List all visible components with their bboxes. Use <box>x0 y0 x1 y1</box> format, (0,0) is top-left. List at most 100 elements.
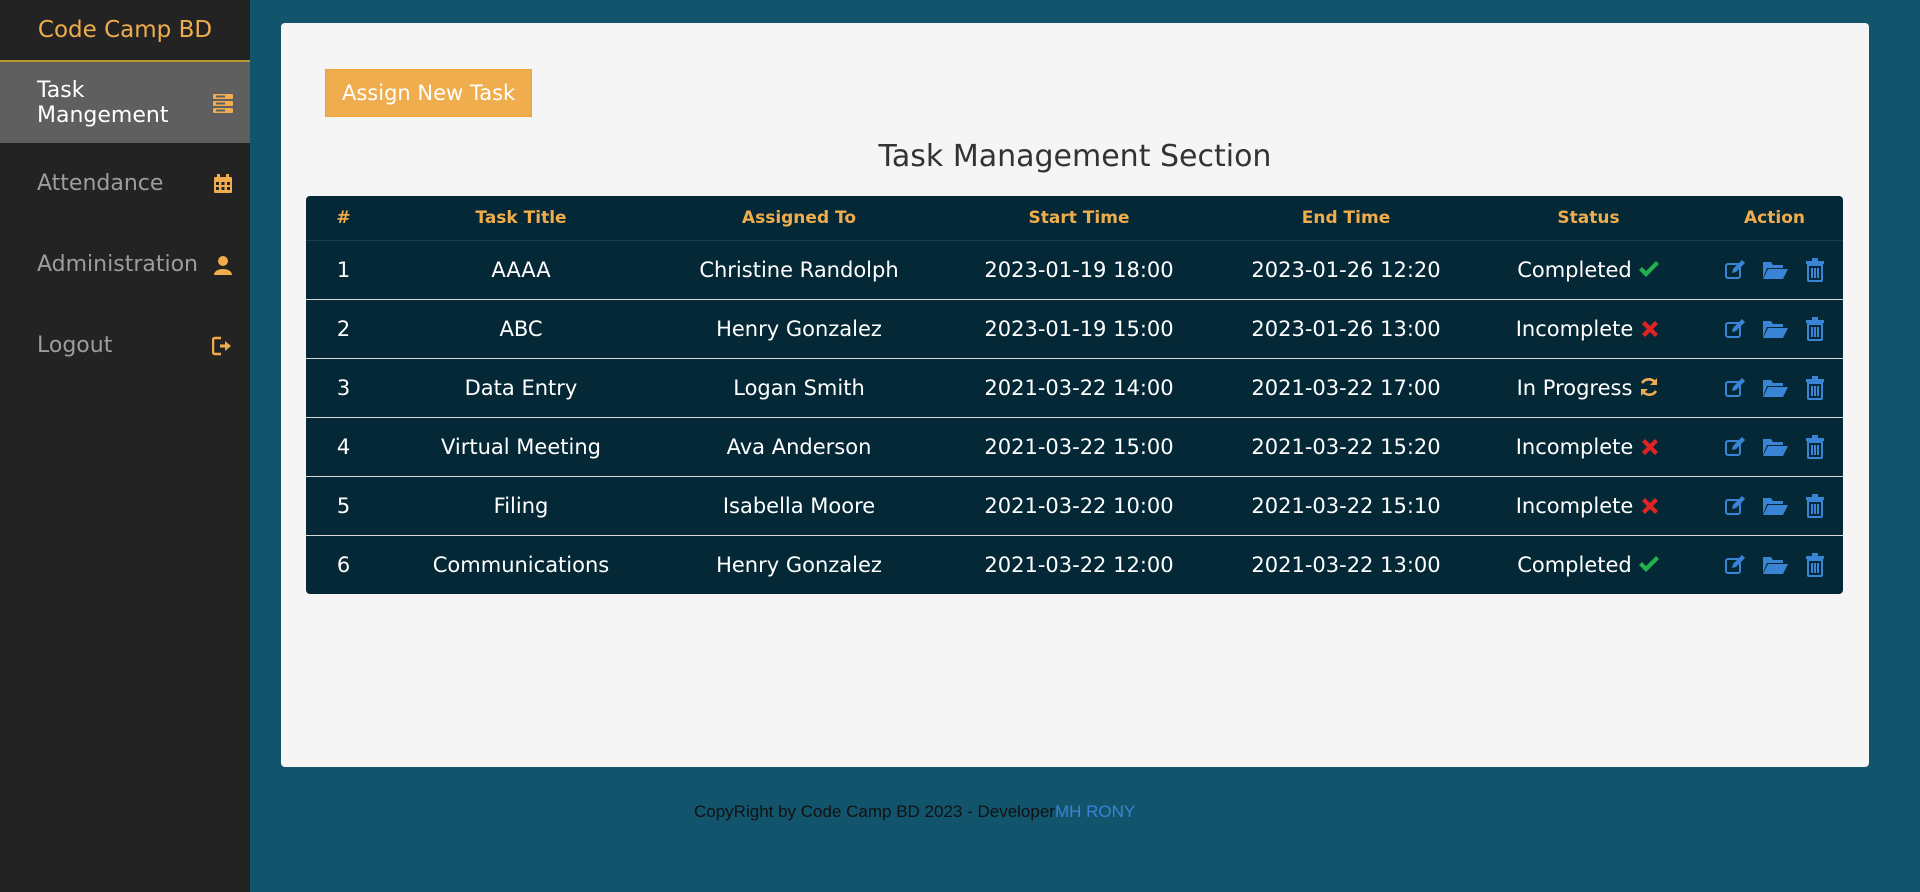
table-row: 5 Filing Isabella Moore 2021-03-22 10:00… <box>306 475 1843 535</box>
cell-assigned-to: Isabella Moore <box>661 475 937 535</box>
status-text: In Progress <box>1516 375 1633 400</box>
table-row: 3 Data Entry Logan Smith 2021-03-22 14:0… <box>306 357 1843 417</box>
cell-task-title: ABC <box>381 298 661 358</box>
tasks-icon <box>212 92 234 114</box>
folder-open-icon[interactable] <box>1761 434 1789 460</box>
sidebar-item-task-management[interactable]: Task Mangement <box>0 62 250 143</box>
edit-icon[interactable] <box>1721 552 1749 578</box>
table-row: 1 AAAA Christine Randolph 2023-01-19 18:… <box>306 240 1843 299</box>
cell-task-title: Filing <box>381 475 661 535</box>
cell-actions <box>1706 240 1843 299</box>
cell-actions <box>1706 298 1843 358</box>
cell-number: 4 <box>306 416 381 476</box>
cross-icon <box>1639 496 1661 518</box>
column-header-status: Status <box>1471 196 1706 241</box>
column-header-task-title: Task Title <box>381 196 661 241</box>
column-header-end-time: End Time <box>1221 196 1471 241</box>
trash-icon[interactable] <box>1801 257 1829 283</box>
folder-open-icon[interactable] <box>1761 375 1789 401</box>
status-text: Incomplete <box>1515 434 1634 459</box>
task-table: # Task Title Assigned To Start Time End … <box>306 196 1843 594</box>
edit-icon[interactable] <box>1721 316 1749 342</box>
sidebar-item-label: Logout <box>37 333 113 358</box>
status-text: Completed <box>1517 257 1632 282</box>
cell-actions <box>1706 475 1843 535</box>
main-panel: Assign New Task Task Management Section … <box>281 23 1869 767</box>
edit-icon[interactable] <box>1721 493 1749 519</box>
trash-icon[interactable] <box>1801 552 1829 578</box>
cell-start-time: 2023-01-19 18:00 <box>984 257 1174 282</box>
cell-number: 1 <box>336 257 351 282</box>
trash-icon[interactable] <box>1801 434 1829 460</box>
check-icon <box>1638 258 1660 280</box>
cell-end-time: 2023-01-26 12:20 <box>1251 257 1441 282</box>
trash-icon[interactable] <box>1801 493 1829 519</box>
table-header-row: # Task Title Assigned To Start Time End … <box>306 196 1843 241</box>
logout-icon <box>212 335 234 357</box>
cell-status: Completed <box>1471 534 1706 594</box>
cell-actions <box>1706 416 1843 476</box>
status-text: Incomplete <box>1515 316 1634 341</box>
cell-assigned-to: Ava Anderson <box>661 416 937 476</box>
cell-start-time: 2023-01-19 15:00 <box>937 298 1221 358</box>
cell-assigned-to: Logan Smith <box>661 357 937 417</box>
folder-open-icon[interactable] <box>1761 316 1789 342</box>
cell-number: 5 <box>306 475 381 535</box>
sidebar-item-label: Task Mangement <box>37 77 169 128</box>
trash-icon[interactable] <box>1801 375 1829 401</box>
edit-icon[interactable] <box>1721 434 1749 460</box>
cell-task-title: Data Entry <box>381 357 661 417</box>
calendar-icon <box>212 173 234 195</box>
cell-end-time: 2021-03-22 15:20 <box>1221 416 1471 476</box>
cell-status: Completed <box>1471 240 1706 299</box>
sidebar-item-attendance[interactable]: Attendance <box>0 143 250 224</box>
cell-task-title: Communications <box>381 534 661 594</box>
cell-end-time: 2021-03-22 15:10 <box>1221 475 1471 535</box>
cell-assigned-to: Henry Gonzalez <box>661 534 937 594</box>
cell-number: 3 <box>306 357 381 417</box>
cell-number: 2 <box>306 298 381 358</box>
cell-actions <box>1706 534 1843 594</box>
brand-logo[interactable]: Code Camp BD <box>0 0 250 62</box>
check-icon <box>1638 553 1660 575</box>
cell-status: Incomplete <box>1471 298 1706 358</box>
cell-end-time: 2021-03-22 17:00 <box>1221 357 1471 417</box>
table-row: 4 Virtual Meeting Ava Anderson 2021-03-2… <box>306 416 1843 476</box>
sidebar-item-label: Administration <box>37 252 198 277</box>
cell-number: 6 <box>306 534 381 594</box>
cell-actions <box>1706 357 1843 417</box>
trash-icon[interactable] <box>1801 316 1829 342</box>
folder-open-icon[interactable] <box>1761 552 1789 578</box>
cell-end-time: 2023-01-26 13:00 <box>1221 298 1471 358</box>
cell-start-time: 2021-03-22 14:00 <box>937 357 1221 417</box>
cell-start-time: 2021-03-22 15:00 <box>937 416 1221 476</box>
column-header-assigned-to: Assigned To <box>661 196 937 241</box>
cell-status: In Progress <box>1471 357 1706 417</box>
sidebar-item-label: Attendance <box>37 171 164 196</box>
refresh-icon <box>1638 376 1660 398</box>
folder-open-icon[interactable] <box>1761 493 1789 519</box>
assign-new-task-button[interactable]: Assign New Task <box>325 69 533 117</box>
edit-icon[interactable] <box>1721 375 1749 401</box>
cell-status: Incomplete <box>1471 475 1706 535</box>
footer-text: CopyRight by Code Camp BD 2023 - Develop… <box>694 802 1055 821</box>
sidebar-item-logout[interactable]: Logout <box>0 305 250 386</box>
status-text: Incomplete <box>1515 493 1634 518</box>
sidebar-item-administration[interactable]: Administration <box>0 224 250 305</box>
cell-start-time: 2021-03-22 12:00 <box>937 534 1221 594</box>
cross-icon <box>1639 319 1661 341</box>
cell-task-title: Virtual Meeting <box>381 416 661 476</box>
cell-assigned-to: Christine Randolph <box>699 257 899 282</box>
cross-icon <box>1639 437 1661 459</box>
edit-icon[interactable] <box>1721 257 1749 283</box>
folder-open-icon[interactable] <box>1761 257 1789 283</box>
column-header-start-time: Start Time <box>937 196 1221 241</box>
sidebar: Code Camp BD Task Mangement Attendance A… <box>0 0 250 892</box>
developer-link[interactable]: MH RONY <box>1055 802 1135 821</box>
cell-task-title: AAAA <box>491 257 551 282</box>
status-text: Completed <box>1517 552 1632 577</box>
table-row: 2 ABC Henry Gonzalez 2023-01-19 15:00 20… <box>306 298 1843 358</box>
footer: CopyRight by Code Camp BD 2023 - Develop… <box>694 802 1135 822</box>
cell-end-time: 2021-03-22 13:00 <box>1221 534 1471 594</box>
cell-assigned-to: Henry Gonzalez <box>661 298 937 358</box>
